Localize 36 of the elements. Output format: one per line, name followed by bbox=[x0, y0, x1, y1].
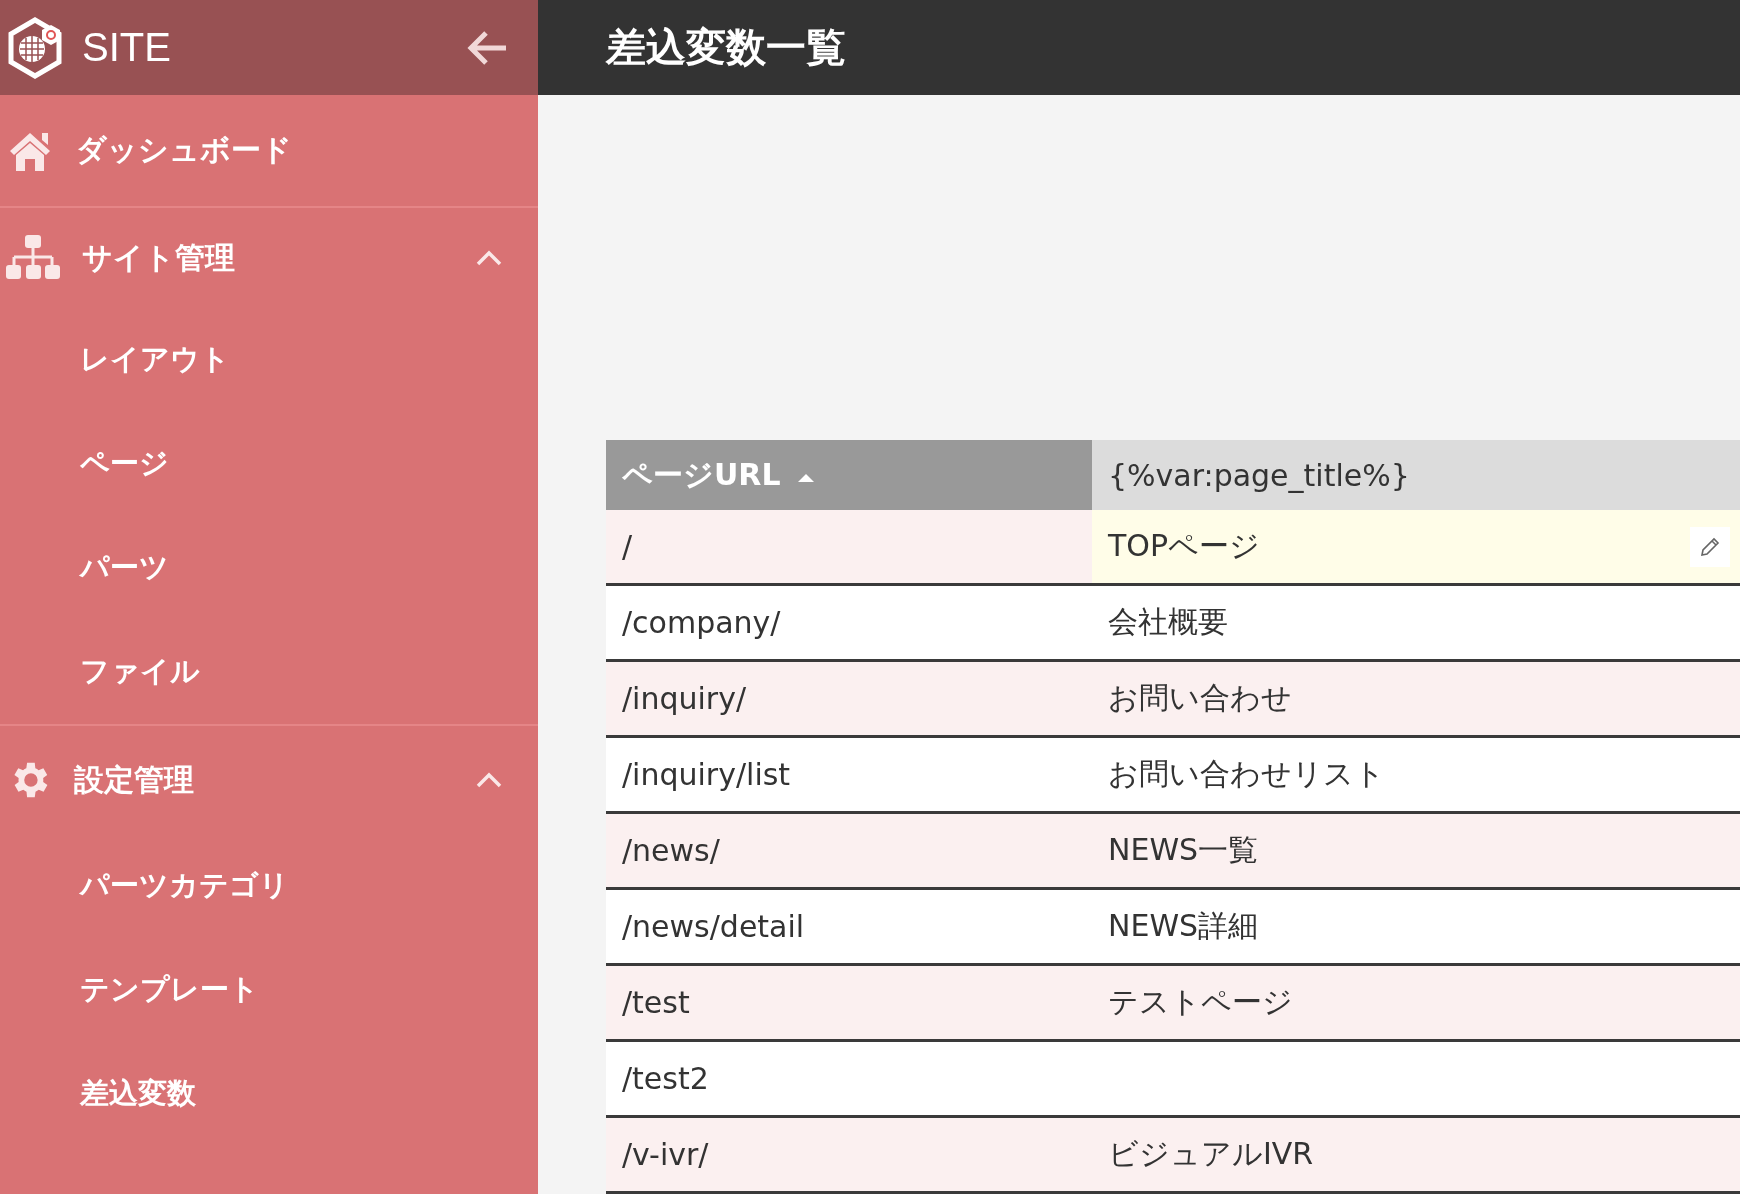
nav-subitem[interactable]: ファイル bbox=[0, 620, 538, 724]
table-cell: 会社概要 bbox=[1092, 584, 1740, 661]
nav-subitem[interactable]: 差込変数 bbox=[0, 1042, 538, 1146]
table-cell: /test bbox=[606, 964, 1092, 1041]
table-cell: /v-ivr/ bbox=[606, 1116, 1092, 1193]
table-cell: /inquiry/ bbox=[606, 660, 1092, 737]
table-cell: TOPページ bbox=[1092, 510, 1740, 585]
nav-subitem[interactable]: パーツ bbox=[0, 516, 538, 620]
nav-subitem[interactable]: ページ bbox=[0, 412, 538, 516]
sitemap-icon bbox=[6, 235, 60, 281]
site-title: SITE bbox=[82, 25, 172, 70]
chevron-up-icon bbox=[476, 250, 502, 266]
table-cell: /test2 bbox=[606, 1040, 1092, 1117]
nav-subitem[interactable]: テンプレート bbox=[0, 938, 538, 1042]
nav-section[interactable]: サイト管理 bbox=[0, 208, 538, 308]
table-cell: NEWS一覧 bbox=[1092, 812, 1740, 889]
logo-icon bbox=[6, 16, 64, 79]
table-cell: / bbox=[606, 510, 1092, 585]
chevron-up-icon bbox=[476, 772, 502, 788]
page-title: 差込変数一覧 bbox=[606, 23, 846, 72]
nav-subitem[interactable]: レイアウト bbox=[0, 308, 538, 412]
table-cell: テストページ bbox=[1092, 964, 1740, 1041]
table-cell: /news/detail bbox=[606, 888, 1092, 965]
nav-item[interactable]: ダッシュボード bbox=[0, 95, 538, 208]
table-cell: /company/ bbox=[606, 584, 1092, 661]
table-cell: お問い合わせリスト bbox=[1092, 736, 1740, 813]
table-cell: /news/ bbox=[606, 812, 1092, 889]
nav-section[interactable]: 設定管理 bbox=[0, 726, 538, 834]
table-cell: お問い合わせ bbox=[1092, 660, 1740, 737]
nav-subitem[interactable]: パーツカテゴリ bbox=[0, 834, 538, 938]
column-header[interactable]: {%var:page_title%} bbox=[1092, 440, 1740, 510]
edit-pencil-button[interactable] bbox=[1690, 526, 1730, 567]
table-cell: ビジュアルIVR bbox=[1092, 1116, 1740, 1193]
table-cell: NEWS詳細 bbox=[1092, 888, 1740, 965]
column-header[interactable]: ページURL bbox=[606, 440, 1092, 510]
table-cell: /inquiry/list bbox=[606, 736, 1092, 813]
